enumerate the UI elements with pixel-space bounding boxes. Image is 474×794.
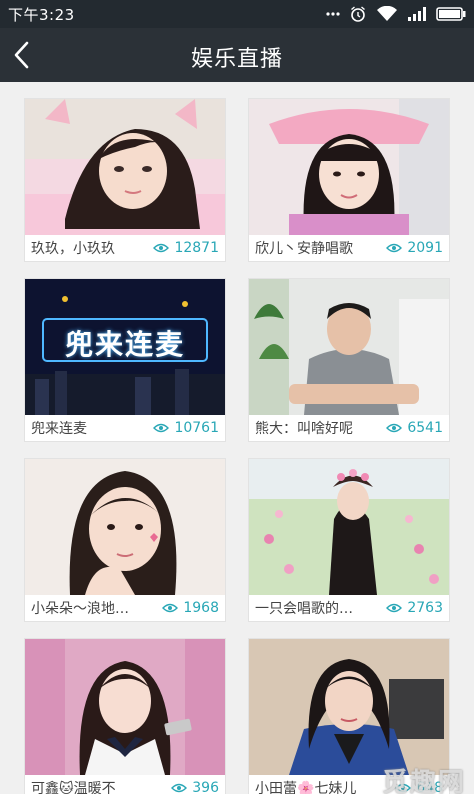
stream-thumbnail [249,639,449,775]
battery-icon [436,7,466,21]
page-title: 娱乐直播 [190,47,283,72]
view-count-value: 2763 [407,600,443,616]
stream-name: 玖玖，小玖玖 [31,241,115,257]
view-count: 12871 [153,240,219,256]
eye-icon [162,603,179,613]
view-count-value: 12871 [174,240,219,256]
stream-card[interactable]: 一只会唱歌的… 2763 [248,458,450,622]
view-count: 2763 [386,600,443,616]
stream-name: 熊大：叫啥好呢 [255,421,353,437]
stream-thumbnail [25,99,225,235]
stream-card[interactable]: 玖玖，小玖玖 12871 [24,98,226,262]
stream-thumbnail [25,639,225,775]
signal-icon [408,7,426,21]
stream-card[interactable]: 欣儿丶安静唱歌 2091 [248,98,450,262]
eye-icon [386,603,403,613]
wifi-icon [377,6,397,21]
eye-icon [153,243,170,253]
status-time: 下午3:23 [8,6,75,24]
view-count: 6541 [386,420,443,436]
view-count: 1968 [162,600,219,616]
stream-thumbnail [249,459,449,595]
stream-card[interactable]: 小朵朵～浪地… 1968 [24,458,226,622]
stream-name: 兜来连麦 [31,421,87,437]
view-count: 396 [171,780,219,794]
view-count-value: 10761 [174,420,219,436]
alarm-icon [351,6,365,22]
stream-card[interactable]: 兜来连麦 兜来连麦 10761 [24,278,226,442]
eye-icon [153,423,170,433]
more-dots-icon [326,12,340,16]
stream-name: 欣儿丶安静唱歌 [255,241,353,257]
view-count: 10761 [153,420,219,436]
stream-thumbnail [25,459,225,595]
eye-icon [386,423,403,433]
thumbnail-title: 兜来连麦 [64,328,185,361]
eye-icon [386,243,403,253]
stream-name: 小田蕾🌸七妹儿 [255,781,357,794]
stream-grid: 玖玖，小玖玖 12871 欣儿丶安静唱歌 2091 兜来连麦 兜来连麦 1076… [0,82,474,794]
stream-thumbnail [249,99,449,235]
view-count-value: 6541 [407,420,443,436]
watermark-logo: 觅趣网 [382,768,467,794]
nav-bar: 娱乐直播 [0,28,474,82]
stream-name: 可鑫🐱温暖不 [31,781,116,794]
view-count-value: 396 [192,780,219,794]
stream-card[interactable]: 可鑫🐱温暖不 396 [24,638,226,794]
stream-card[interactable]: 熊大：叫啥好呢 6541 [248,278,450,442]
stream-name: 一只会唱歌的… [255,601,353,617]
view-count-value: 2091 [407,240,443,256]
view-count-value: 1968 [183,600,219,616]
eye-icon [171,783,188,793]
view-count: 2091 [386,240,443,256]
status-bar: 下午3:23 [0,0,474,28]
stream-thumbnail [249,279,449,415]
stream-name: 小朵朵～浪地… [31,601,129,617]
stream-thumbnail: 兜来连麦 [25,279,225,415]
